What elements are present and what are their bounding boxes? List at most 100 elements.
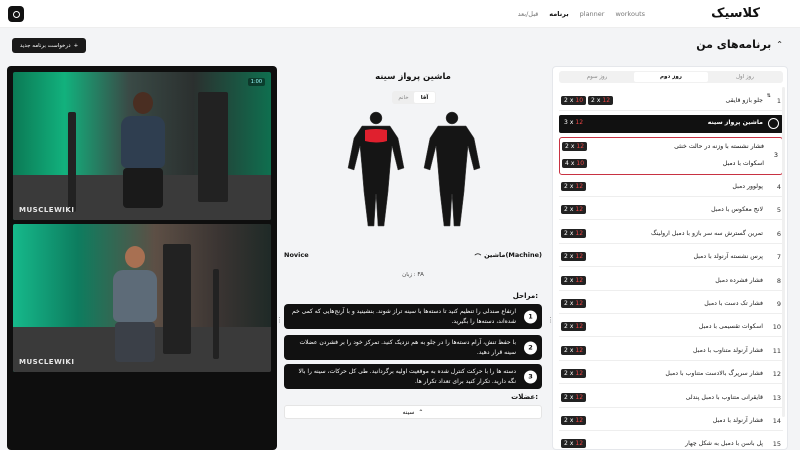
video-panel: 1:00 MUSCLEWIKI MUSCLEWIKI — [7, 66, 277, 450]
row-index: 6 — [776, 229, 781, 238]
exercise-video-front[interactable]: 1:00 MUSCLEWIKI — [13, 72, 271, 220]
row-name: اسکوات تقسیمی با دمبل — [698, 323, 763, 331]
user-menu-button[interactable] — [8, 6, 24, 22]
row-index: 13 — [772, 393, 781, 402]
exercise-row[interactable]: 1 جلو بازو قایقی ⇅ 2 x 10 2 x 12 — [559, 93, 783, 111]
set-badge[interactable]: 2 x 12 — [562, 142, 588, 151]
superset-group[interactable]: 3 فشار نشسته با وزنه در حالت خنثی اسکوات… — [559, 137, 783, 175]
set-badge[interactable]: 2 x 12 — [561, 299, 587, 308]
exercise-row[interactable]: 10 اسکوات تقسیمی با دمبل 2 x 12 — [559, 319, 783, 338]
machine-stack — [198, 92, 228, 202]
row-index: 7 — [776, 253, 781, 262]
row-index: 12 — [772, 370, 781, 379]
row-index: 8 — [776, 276, 781, 285]
scrollbar[interactable] — [782, 87, 785, 417]
exercise-video-side[interactable]: MUSCLEWIKI — [13, 224, 271, 372]
exercise-row[interactable]: 7 پرس نشسته آرنولد با دمبل 2 x 12 — [559, 249, 783, 268]
muscles-heading: عضلات: — [511, 393, 538, 401]
set-badge[interactable]: 2 x 12 — [561, 439, 587, 449]
tab-day-1[interactable]: روز اول — [708, 72, 782, 82]
exercise-row[interactable]: 9 فشار تک دست با دمبل 2 x 12 — [559, 296, 783, 314]
set-badge[interactable]: 4 x 10 — [562, 159, 588, 168]
row-index: 4 — [776, 183, 781, 191]
set-badge[interactable]: 2 x 10 — [561, 96, 587, 105]
row-index: 15 — [772, 440, 781, 449]
nav-link-before-after[interactable]: قبل/بعد — [518, 10, 539, 18]
row-index: 10 — [772, 323, 781, 332]
row-name: پولوور دمبل — [732, 183, 763, 190]
nav-link-program[interactable]: برنامه — [549, 10, 568, 18]
set-badge[interactable]: 2 x 12 — [561, 228, 587, 238]
video-time: 1:00 — [247, 78, 265, 86]
exercise-row[interactable]: 5 لانج معکوس با دمبل 2 x 12 — [559, 202, 783, 221]
tab-day-3[interactable]: روز سوم — [560, 72, 634, 82]
exercise-row[interactable]: 12 فشار سرپرگ بالادست متناوب با دمبل 2 x 12 — [559, 366, 783, 385]
row-index: 11 — [772, 346, 781, 355]
step-number: 1 — [524, 310, 537, 324]
nav-link-planner[interactable]: planner — [580, 10, 605, 18]
exercise-row[interactable]: 4 پولوور دمبل 2 x 12 — [559, 179, 783, 197]
step-number: 2 — [524, 341, 537, 355]
row-index: 1 — [776, 97, 781, 105]
row-name: اسکوات با دمبل — [722, 160, 764, 167]
chevron-updown-icon: ⌃ — [418, 408, 424, 416]
set-badge[interactable]: 2 x 12 — [561, 392, 587, 402]
row-index: 5 — [776, 206, 781, 215]
set-badge[interactable]: 2 x 12 — [561, 416, 587, 425]
exercise-details: ماشین پرواز سینه آقا خانم ⌒ ماشین(Machin… — [282, 66, 544, 450]
language-label: زبان : FA — [402, 272, 424, 278]
workout-list-panel: روز اول روز دوم روز سوم 1 جلو بازو قایقی… — [552, 66, 788, 450]
set-badge[interactable]: 2 x 12 — [561, 369, 587, 379]
tab-male[interactable]: آقا — [414, 92, 435, 103]
exercise-row[interactable]: 13 قایقرانی متناوب با دمبل پندلی 2 x 12 — [559, 390, 783, 408]
row-name: فشار تک دست با دمبل — [704, 300, 763, 307]
resize-handle-left[interactable]: ⋮ — [276, 316, 283, 326]
exercise-row[interactable]: 14 فشار آرنولد با دمبل 2 x 12 — [559, 413, 783, 431]
exercise-row-active[interactable]: ماشین پرواز سینه 3 x 12 — [559, 115, 783, 133]
row-name: جلو بازو قایقی — [725, 97, 763, 104]
row-name: فشار آرنولد متناوب با دمبل — [693, 346, 763, 354]
set-badge[interactable]: 2 x 12 — [561, 322, 587, 332]
row-name: فشار سرپرگ بالادست متناوب با دمبل — [665, 370, 763, 378]
row-name: قایقرانی متناوب با دمبل پندلی — [685, 393, 763, 401]
set-badge[interactable]: 2 x 12 — [561, 252, 587, 262]
set-badge[interactable]: 2 x 12 — [561, 205, 587, 215]
difficulty-level: Novice — [284, 251, 309, 259]
row-name: فشار آرنولد با دمبل — [712, 417, 763, 424]
nav-link-workouts[interactable]: workouts — [615, 10, 645, 18]
step-text: دسته ها را با حرکت کنترل شده به موقعیت ا… — [298, 368, 516, 385]
new-program-button[interactable]: درخواست برنامه جدید + — [12, 38, 86, 53]
machine-frame — [213, 269, 219, 359]
step-text: ارتفاع صندلی را تنظیم کنید تا دسته‌ها با… — [291, 308, 516, 325]
tab-day-2[interactable]: روز دوم — [634, 72, 708, 82]
machine-icon: ⌒ — [474, 253, 482, 261]
equipment-info: ⌒ ماشین(Machine) — [475, 251, 542, 261]
page-title: برنامه‌های من — [696, 38, 772, 51]
video-watermark: MUSCLEWIKI — [19, 206, 75, 214]
new-program-label: درخواست برنامه جدید — [19, 42, 71, 49]
brand-logo[interactable]: کلاسیک — [711, 6, 760, 21]
exercise-row[interactable]: 11 فشار آرنولد متناوب با دمبل 2 x 12 — [559, 343, 783, 361]
chest-highlight — [365, 129, 387, 143]
programs-select[interactable]: برنامه‌های من ⌃ — [696, 38, 783, 51]
row-index: 14 — [772, 417, 781, 425]
set-badge[interactable]: 2 x 12 — [561, 275, 587, 285]
set-badge[interactable]: 2 x 12 — [561, 182, 587, 191]
row-index: 9 — [776, 300, 781, 308]
set-badge[interactable]: 3 x 12 — [561, 118, 586, 127]
body-back — [423, 111, 481, 227]
nav-links: قبل/بعد برنامه planner workouts — [518, 10, 645, 18]
muscle-anatomy-diagram — [347, 111, 481, 227]
chevron-updown-icon: ⌃ — [776, 40, 783, 49]
muscle-select[interactable]: سینه ⌃ — [284, 405, 542, 419]
exercise-row[interactable]: 6 تمرین گسترش سه سر بازو با دمبل ارولینگ 2… — [559, 226, 783, 244]
exercise-row[interactable]: 15 پل باسن با دمبل به شکل چهار 2 x 12 — [559, 436, 783, 449]
muscle-selected: سینه — [402, 408, 415, 416]
step-item: دسته ها را با حرکت کنترل شده به موقعیت ا… — [284, 364, 542, 390]
step-number: 3 — [524, 370, 537, 384]
exercise-row[interactable]: 8 فشار فشرده دمبل 2 x 12 — [559, 273, 783, 291]
equipment-label: ماشین(Machine) — [484, 251, 542, 259]
set-badge[interactable]: 2 x 12 — [588, 96, 614, 105]
tab-female[interactable]: خانم — [393, 92, 414, 103]
set-badge[interactable]: 2 x 12 — [561, 345, 587, 355]
